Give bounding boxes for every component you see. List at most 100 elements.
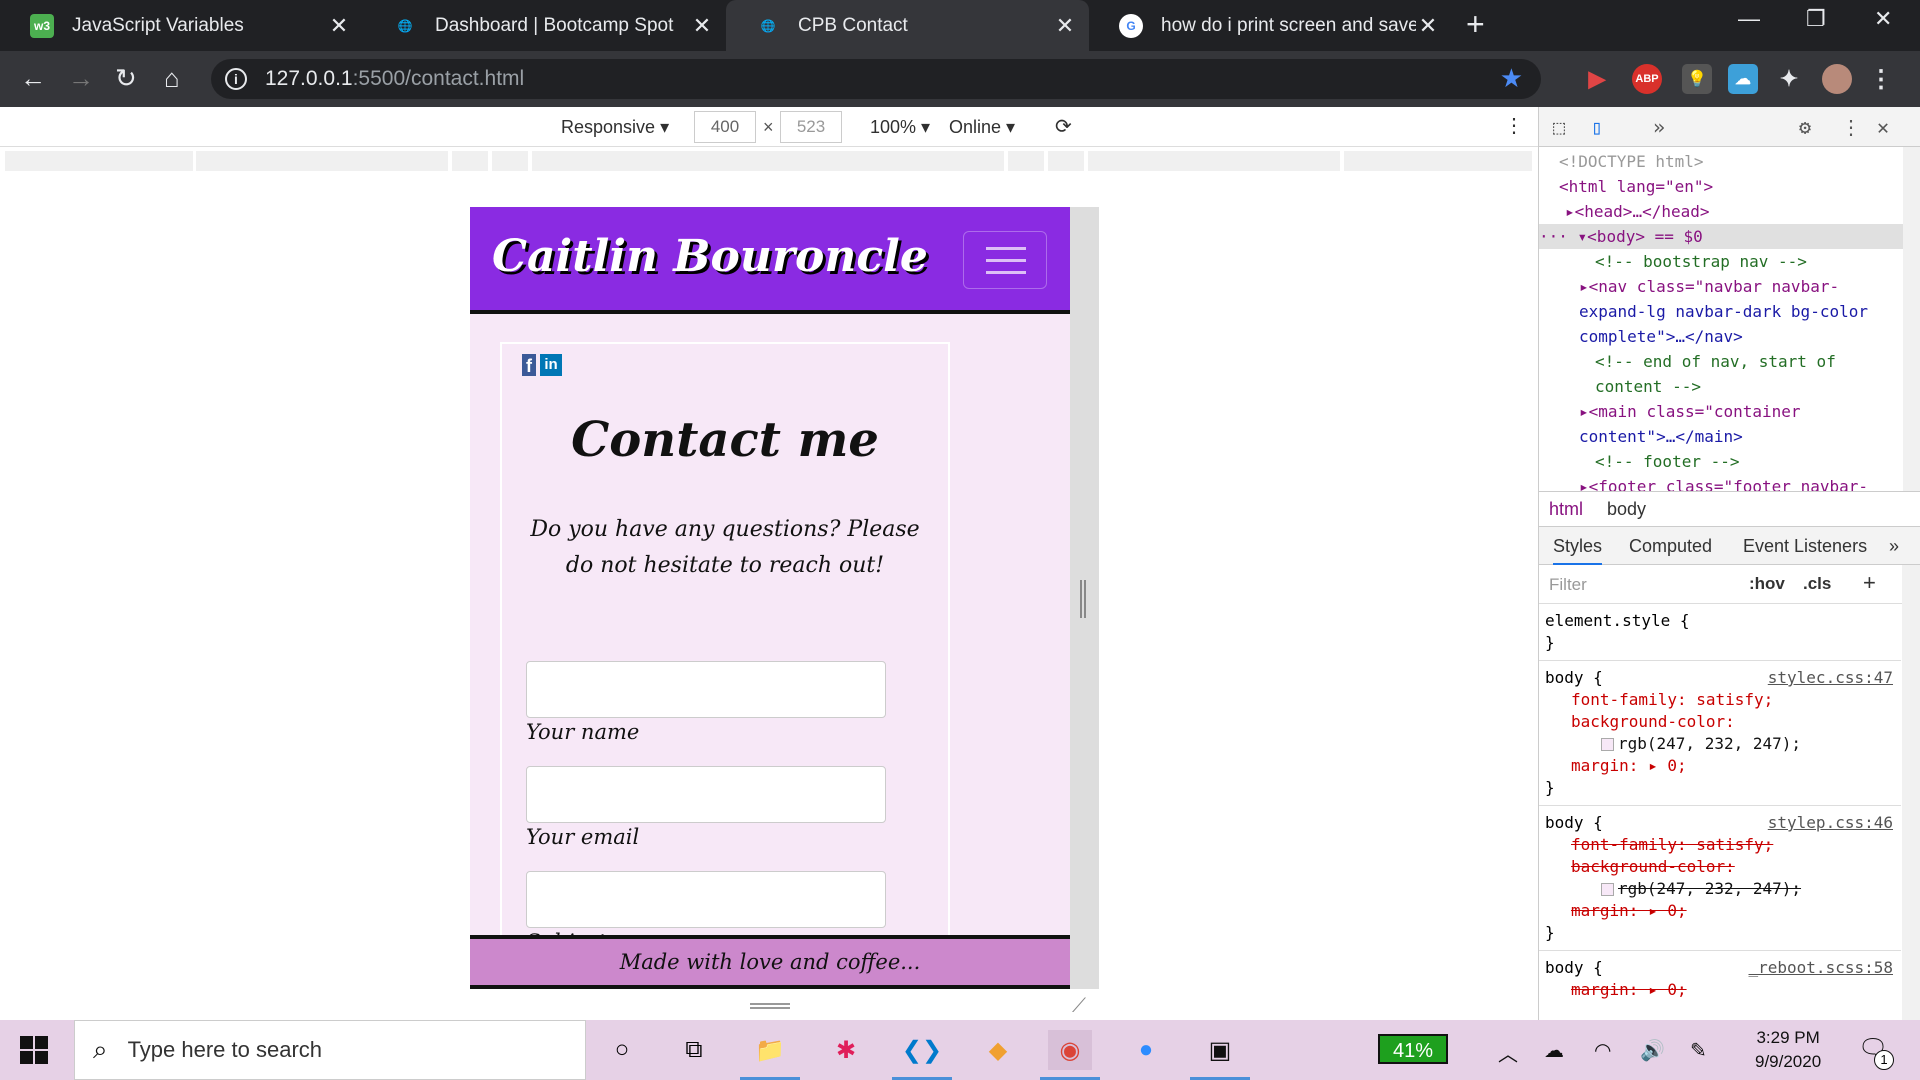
- name-field[interactable]: [526, 661, 886, 718]
- terminal-icon[interactable]: ▣: [1190, 1030, 1250, 1080]
- more-options-icon[interactable]: ⋮: [1504, 113, 1524, 138]
- responsive-dropdown[interactable]: Responsive ▾: [561, 117, 669, 138]
- close-devtools-icon[interactable]: ✕: [1877, 115, 1889, 139]
- forward-button[interactable]: →: [68, 63, 94, 93]
- main-node[interactable]: ▸<main class="container: [1579, 399, 1801, 424]
- style-property[interactable]: margin: ▸ 0;: [1545, 755, 1895, 777]
- new-tab-button[interactable]: +: [1466, 6, 1485, 43]
- taskbar-search[interactable]: ⌕ Type here to search: [74, 1020, 586, 1080]
- body-node[interactable]: ··· ▾<body> == $0: [1539, 224, 1903, 249]
- email-field[interactable]: [526, 766, 886, 823]
- linkedin-icon[interactable]: in: [540, 354, 562, 376]
- adblock-plus-icon[interactable]: ABP: [1632, 64, 1662, 94]
- vscode-icon[interactable]: ❮❯: [892, 1030, 952, 1080]
- navbar-brand[interactable]: Caitlin Bouroncle: [492, 231, 928, 282]
- close-window-button[interactable]: ✕: [1874, 6, 1892, 32]
- screen-recorder-icon[interactable]: ▶: [1582, 64, 1612, 94]
- close-icon[interactable]: ✕: [1416, 13, 1440, 39]
- rule-source-link[interactable]: stylep.css:46: [1768, 812, 1893, 834]
- resize-handle-right[interactable]: [1080, 580, 1086, 618]
- elements-scrollbar[interactable]: [1903, 147, 1920, 491]
- close-icon[interactable]: ✕: [1053, 13, 1077, 39]
- wifi-icon[interactable]: ◠: [1594, 1038, 1611, 1063]
- restore-button[interactable]: ❐: [1806, 6, 1826, 32]
- tab-computed[interactable]: Computed: [1629, 536, 1712, 557]
- more-style-tabs-icon[interactable]: »: [1889, 536, 1899, 557]
- volume-icon[interactable]: 🔊: [1640, 1038, 1665, 1063]
- breadcrumb-html[interactable]: html: [1549, 499, 1583, 520]
- system-clock[interactable]: 3:29 PM 9/9/2020: [1755, 1026, 1821, 1074]
- tab-google-search[interactable]: G how do i print screen and save to ✕: [1089, 0, 1452, 51]
- facebook-icon[interactable]: f: [522, 354, 536, 376]
- style-property[interactable]: margin: ▸ 0;: [1545, 979, 1895, 1001]
- windows-start-icon[interactable]: [20, 1036, 48, 1064]
- style-property[interactable]: background-color:: [1545, 856, 1895, 878]
- onedrive-cloud-icon[interactable]: ☁: [1544, 1038, 1564, 1063]
- cortana-icon[interactable]: ○: [600, 1030, 644, 1070]
- close-icon[interactable]: ✕: [690, 13, 714, 39]
- zoom-icon[interactable]: ●: [1124, 1030, 1168, 1070]
- color-swatch[interactable]: [1601, 738, 1614, 751]
- style-value[interactable]: rgb(247, 232, 247);: [1545, 733, 1895, 755]
- reload-button[interactable]: ↻: [115, 63, 137, 93]
- style-value[interactable]: rgb(247, 232, 247);: [1545, 878, 1895, 900]
- hov-button[interactable]: :hov: [1749, 574, 1785, 594]
- tab-cpb-contact[interactable]: 🌐 CPB Contact ✕: [726, 0, 1089, 51]
- zoom-dropdown[interactable]: 100% ▾: [870, 117, 930, 138]
- devtools-menu-icon[interactable]: ⋮: [1841, 115, 1861, 139]
- tab-javascript-variables[interactable]: w3 JavaScript Variables ✕: [0, 0, 363, 51]
- filter-input[interactable]: Filter: [1549, 575, 1587, 595]
- comment-node[interactable]: <!-- end of nav, start of: [1595, 349, 1836, 374]
- file-explorer-icon[interactable]: 📁: [740, 1030, 800, 1080]
- lightbulb-icon[interactable]: 💡: [1682, 64, 1712, 94]
- style-property[interactable]: font-family: satisfy;: [1545, 689, 1895, 711]
- address-bar[interactable]: i 127.0.0.1:5500/contact.html ★: [211, 59, 1541, 99]
- info-icon[interactable]: i: [225, 68, 247, 90]
- rule-source-link[interactable]: _reboot.scss:58: [1749, 957, 1894, 979]
- add-rule-icon[interactable]: +: [1863, 570, 1876, 596]
- tab-event-listeners[interactable]: Event Listeners: [1743, 536, 1867, 557]
- battery-indicator[interactable]: 41%: [1378, 1034, 1448, 1064]
- head-node[interactable]: ▸<head>…</head>: [1565, 199, 1710, 224]
- nav-node[interactable]: ▸<nav class="navbar navbar-: [1579, 274, 1839, 299]
- chrome-icon[interactable]: ◉: [1040, 1030, 1100, 1080]
- styles-scrollbar[interactable]: [1902, 565, 1920, 1020]
- slack-icon[interactable]: ✱: [824, 1030, 868, 1070]
- comment-node[interactable]: <!-- footer -->: [1595, 449, 1740, 474]
- tab-dashboard[interactable]: 🌐 Dashboard | Bootcamp Spot ✕: [363, 0, 726, 51]
- settings-gear-icon[interactable]: ⚙: [1799, 115, 1811, 139]
- color-swatch[interactable]: [1601, 883, 1614, 896]
- inspect-element-icon[interactable]: ⬚: [1553, 115, 1565, 139]
- viewport-height-input[interactable]: 523: [780, 111, 842, 143]
- rotate-icon[interactable]: ⟳: [1055, 114, 1072, 139]
- rule-source-link[interactable]: stylec.css:47: [1768, 667, 1893, 689]
- style-property[interactable]: font-family: satisfy;: [1545, 834, 1895, 856]
- url-text[interactable]: 127.0.0.1:5500/contact.html: [265, 67, 524, 91]
- style-property[interactable]: margin: ▸ 0;: [1545, 900, 1895, 922]
- git-kraken-icon[interactable]: ◆: [976, 1030, 1020, 1070]
- cloud-extension-icon[interactable]: ☁: [1728, 64, 1758, 94]
- navbar-toggler-button[interactable]: [963, 231, 1047, 289]
- viewport-width-input[interactable]: 400: [694, 111, 756, 143]
- home-button[interactable]: ⌂: [164, 63, 180, 93]
- html-node[interactable]: <html lang="en">: [1559, 174, 1713, 199]
- subject-field[interactable]: [526, 871, 886, 928]
- tab-styles[interactable]: Styles: [1553, 536, 1603, 565]
- device-toggle-icon[interactable]: ▯: [1591, 115, 1603, 139]
- avatar[interactable]: [1822, 64, 1852, 94]
- task-view-icon[interactable]: ⧉: [672, 1030, 716, 1070]
- doctype-node[interactable]: <!DOCTYPE html>: [1559, 149, 1704, 174]
- close-icon[interactable]: ✕: [327, 13, 351, 39]
- style-property[interactable]: background-color:: [1545, 711, 1895, 733]
- chrome-menu-icon[interactable]: ⋮: [1866, 64, 1896, 94]
- back-button[interactable]: ←: [20, 63, 46, 93]
- breadcrumb-body[interactable]: body: [1607, 499, 1646, 520]
- network-throttle-dropdown[interactable]: Online ▾: [949, 117, 1015, 138]
- comment-node[interactable]: <!-- bootstrap nav -->: [1595, 249, 1807, 274]
- minimize-button[interactable]: —: [1738, 6, 1760, 32]
- resize-handle-bottom[interactable]: [750, 1003, 790, 1009]
- chevron-up-icon[interactable]: ︿: [1498, 1038, 1518, 1067]
- extensions-puzzle-icon[interactable]: ✦: [1774, 64, 1804, 94]
- cls-button[interactable]: .cls: [1803, 574, 1831, 594]
- media-query-ruler[interactable]: [0, 147, 1538, 175]
